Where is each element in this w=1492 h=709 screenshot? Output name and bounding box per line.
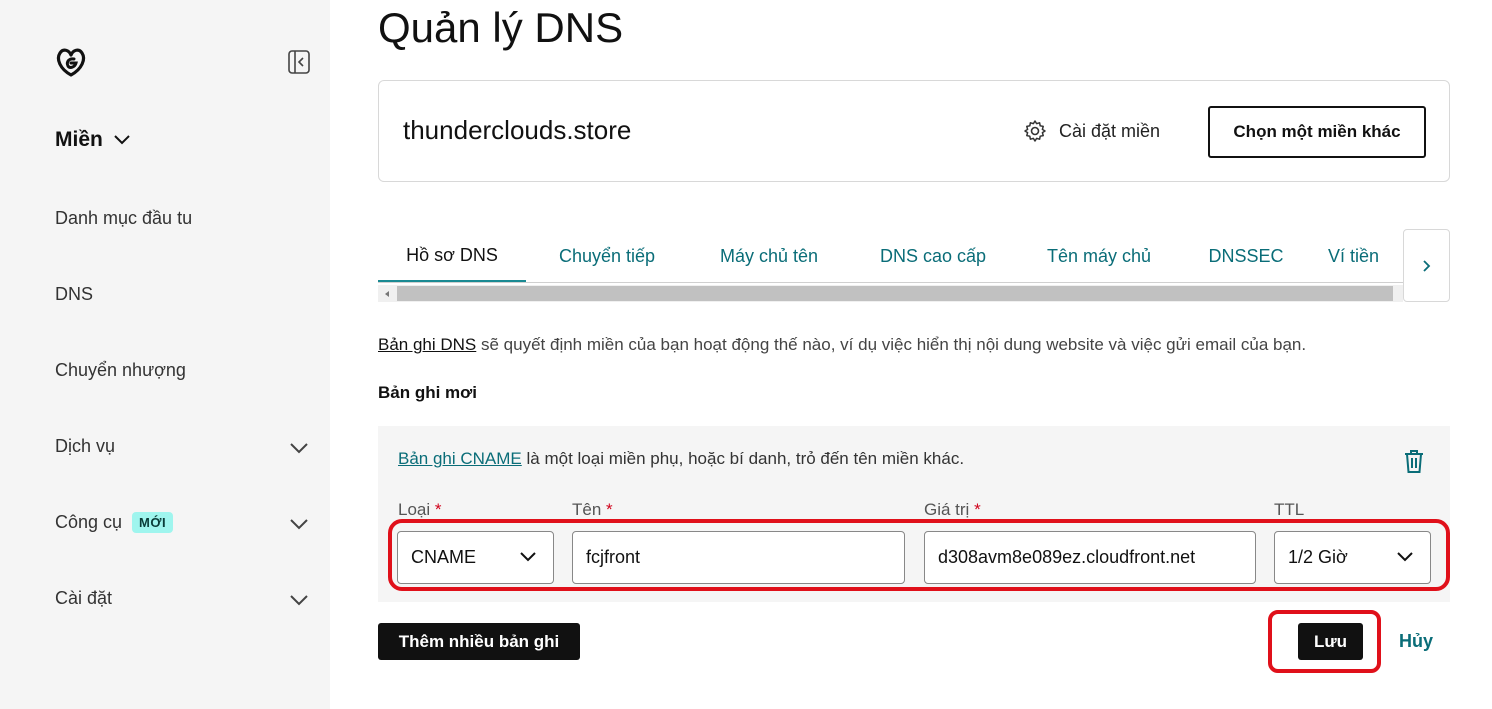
tabs-divider [378, 282, 1403, 283]
dns-description: Bản ghi DNS sẽ quyết định miền của bạn h… [378, 335, 1306, 355]
sidebar-item-portfolio[interactable]: Danh mục đầu tu [55, 208, 192, 229]
required-marker: * [606, 500, 613, 519]
tab-hostnames[interactable]: Tên máy chủ [1032, 230, 1166, 282]
sidebar-item-settings[interactable]: Cài đặt [55, 588, 112, 609]
nav-domain-label: Miền [55, 128, 103, 151]
choose-another-domain-button[interactable]: Chọn một miền khác [1208, 106, 1426, 158]
ttl-label-text: TTL [1274, 500, 1305, 519]
name-label: Tên * [572, 500, 613, 520]
page-title: Quản lý DNS [378, 4, 624, 51]
domain-settings-link[interactable]: Cài đặt miền [1023, 119, 1160, 143]
sidebar-item-label: Cài đặt [55, 588, 113, 608]
gear-icon [1024, 120, 1046, 142]
godaddy-logo-icon[interactable] [54, 45, 88, 79]
chevron-down-icon [114, 135, 130, 145]
ttl-label: TTL [1274, 500, 1304, 520]
required-marker: * [974, 500, 981, 519]
chevron-down-icon[interactable] [288, 441, 310, 455]
dns-description-text: sẽ quyết định miền của bạn hoạt động thế… [476, 335, 1307, 354]
scroll-left-arrow[interactable] [378, 285, 395, 302]
tab-dns-records[interactable]: Hồ sơ DNS [378, 230, 526, 283]
value-label: Giá trị * [924, 500, 981, 520]
sidebar-item-label: Danh mục đầu tu [55, 208, 193, 228]
sidebar-item-label: DNS [55, 284, 94, 304]
tab-premium-dns[interactable]: DNS cao cấp [864, 230, 1002, 282]
tab-dnssec[interactable]: DNSSEC [1194, 230, 1298, 282]
fields-highlight-annotation [388, 519, 1450, 591]
chevron-right-icon [1422, 259, 1430, 272]
tabs-scroll-right-button[interactable] [1403, 229, 1450, 302]
domain-card: thunderclouds.store Cài đặt miền Chọn mộ… [378, 80, 1450, 182]
dns-records-link[interactable]: Bản ghi DNS [378, 335, 476, 354]
new-badge: MỚI [132, 512, 174, 533]
trash-icon[interactable] [1402, 448, 1426, 474]
sidebar-item-transfer[interactable]: Chuyển nhượng [55, 360, 186, 381]
cname-description: Bản ghi CNAME là một loại miền phụ, hoặc… [398, 449, 964, 469]
sidebar-item-services[interactable]: Dịch vụ [55, 436, 115, 457]
save-highlight-annotation [1268, 610, 1381, 673]
domain-settings-label: Cài đặt miền [1059, 120, 1161, 141]
triangle-left-icon [384, 290, 389, 297]
type-label-text: Loại [398, 500, 431, 519]
tabs-scrollbar[interactable] [378, 285, 1403, 302]
chevron-down-icon[interactable] [288, 517, 310, 531]
chevron-down-icon[interactable] [288, 593, 310, 607]
new-record-heading: Bản ghi mơi [378, 383, 477, 402]
sidebar-item-tools[interactable]: Công cụ MỚI [55, 512, 174, 533]
sidebar-item-label: Chuyển nhượng [55, 360, 186, 380]
sidebar-item-label: Công cụ [55, 512, 123, 532]
required-marker: * [434, 500, 442, 519]
value-label-text: Giá trị [924, 500, 970, 519]
tab-nameservers[interactable]: Máy chủ tên [698, 230, 840, 282]
nav-domain-menu[interactable]: Miền [55, 128, 131, 152]
cname-record-link[interactable]: Bản ghi CNAME [398, 449, 522, 468]
domain-name: thunderclouds.store [403, 115, 632, 145]
sidebar-item-label: Dịch vụ [55, 436, 116, 456]
cancel-link[interactable]: Hủy [1399, 631, 1433, 652]
dns-tabs: Hồ sơ DNS Chuyển tiếp Máy chủ tên DNS ca… [378, 230, 1403, 284]
type-label: Loại * [398, 500, 442, 520]
cname-description-text: là một loại miền phụ, hoặc bí danh, trỏ … [521, 449, 965, 468]
tab-wallet[interactable]: Ví tiền [1328, 230, 1403, 282]
name-label-text: Tên [572, 500, 602, 519]
collapse-sidebar-icon[interactable] [288, 50, 310, 74]
scroll-thumb[interactable] [397, 286, 1393, 301]
sidebar-item-dns[interactable]: DNS [55, 284, 93, 305]
tab-forwarding[interactable]: Chuyển tiếp [536, 230, 678, 282]
add-multiple-records-button[interactable]: Thêm nhiều bản ghi [378, 623, 580, 660]
sidebar: Miền Danh mục đầu tu DNS Chuyển nhượng D… [0, 0, 330, 709]
